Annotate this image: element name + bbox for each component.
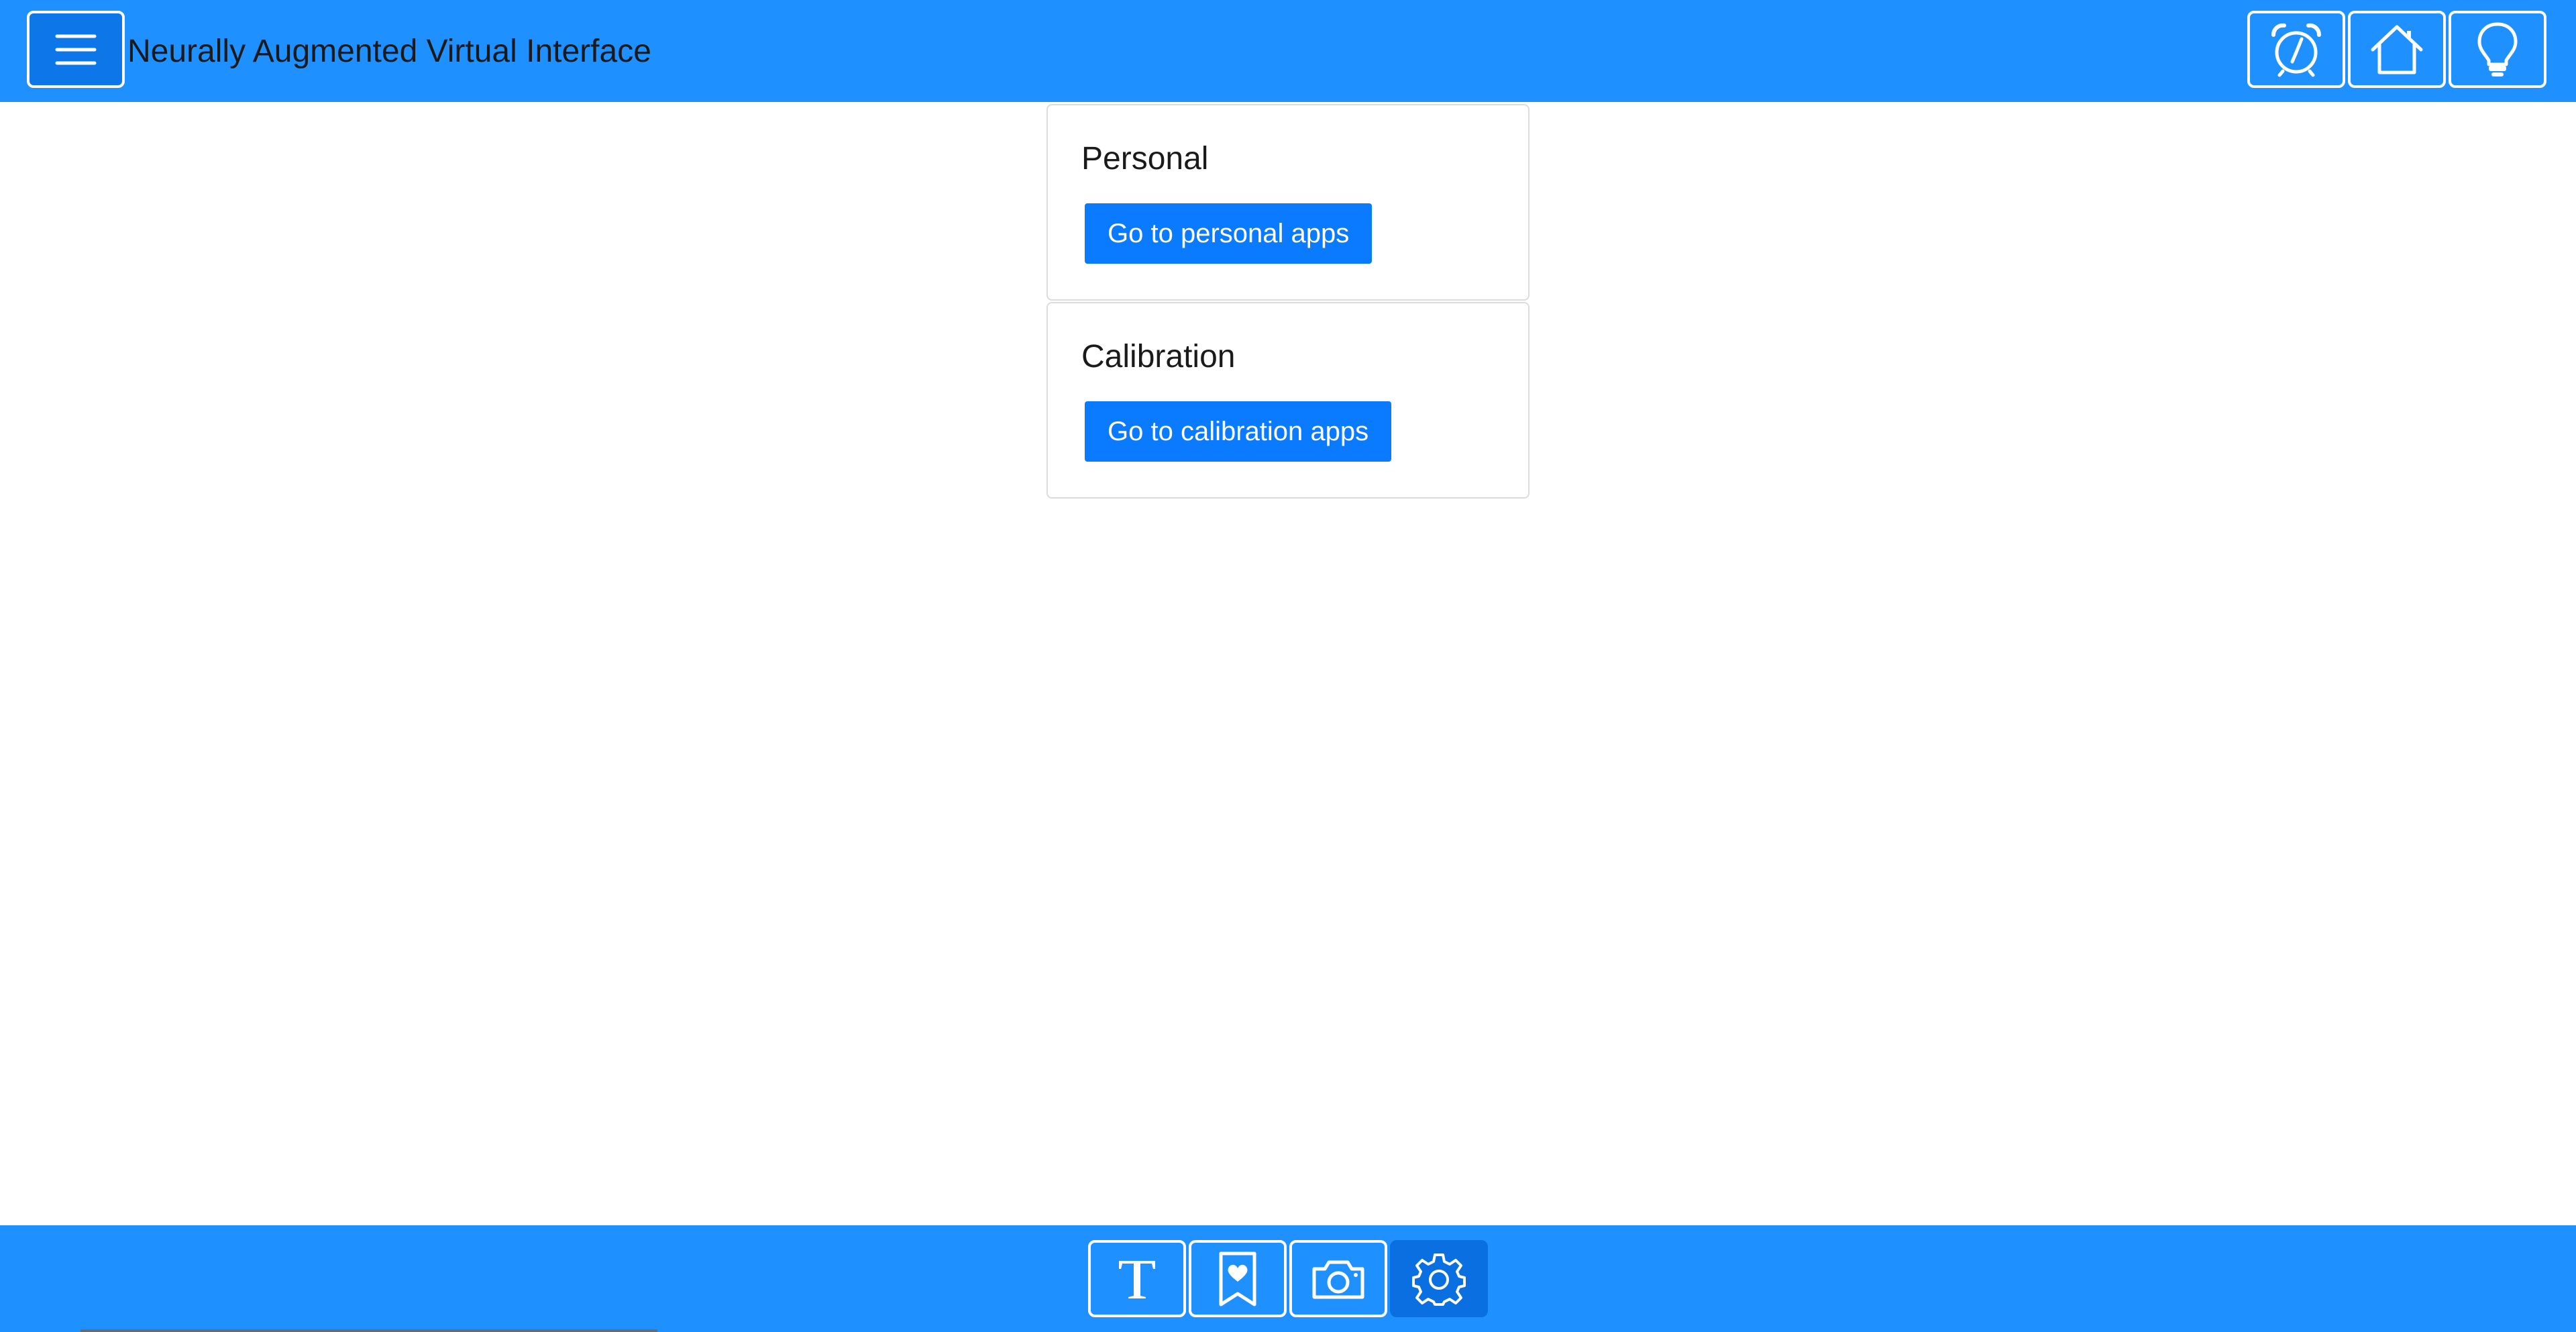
home-button[interactable]	[2348, 11, 2446, 88]
gear-icon	[1412, 1253, 1466, 1306]
bottom-bar	[0, 1225, 2576, 1332]
camera-icon	[1312, 1260, 1364, 1298]
lightbulb-icon	[2477, 22, 2518, 76]
menu-button[interactable]	[27, 11, 125, 88]
settings-button[interactable]	[1390, 1240, 1488, 1317]
lightbulb-button[interactable]	[2449, 11, 2546, 88]
taskbar-strip	[0, 1327, 2576, 1332]
text-icon	[1119, 1260, 1155, 1298]
alarm-button[interactable]	[2247, 11, 2345, 88]
app-title: Neurally Augmented Virtual Interface	[127, 34, 651, 69]
bookmark-heart-icon	[1219, 1251, 1256, 1306]
alarm-clock-icon	[2271, 23, 2322, 76]
card-title: Personal	[1081, 141, 1209, 176]
card-title: Calibration	[1081, 339, 1236, 374]
taskbar-segment	[80, 1329, 657, 1332]
camera-button[interactable]	[1289, 1240, 1387, 1317]
page: Neurally Augmented Virtual Interface Per…	[0, 0, 2576, 1332]
hamburger-menu-icon	[55, 34, 97, 64]
personal-apps-button[interactable]: Go to personal apps	[1085, 203, 1373, 264]
text-button[interactable]	[1088, 1240, 1186, 1317]
bookmark-button[interactable]	[1189, 1240, 1287, 1317]
home-icon	[2371, 25, 2423, 74]
calibration-apps-button[interactable]: Go to calibration apps	[1085, 401, 1392, 462]
personal-card: Personal Go to personal apps	[1046, 104, 1529, 301]
calibration-card: Calibration Go to calibration apps	[1046, 302, 1529, 499]
top-bar: Neurally Augmented Virtual Interface	[0, 0, 2576, 102]
